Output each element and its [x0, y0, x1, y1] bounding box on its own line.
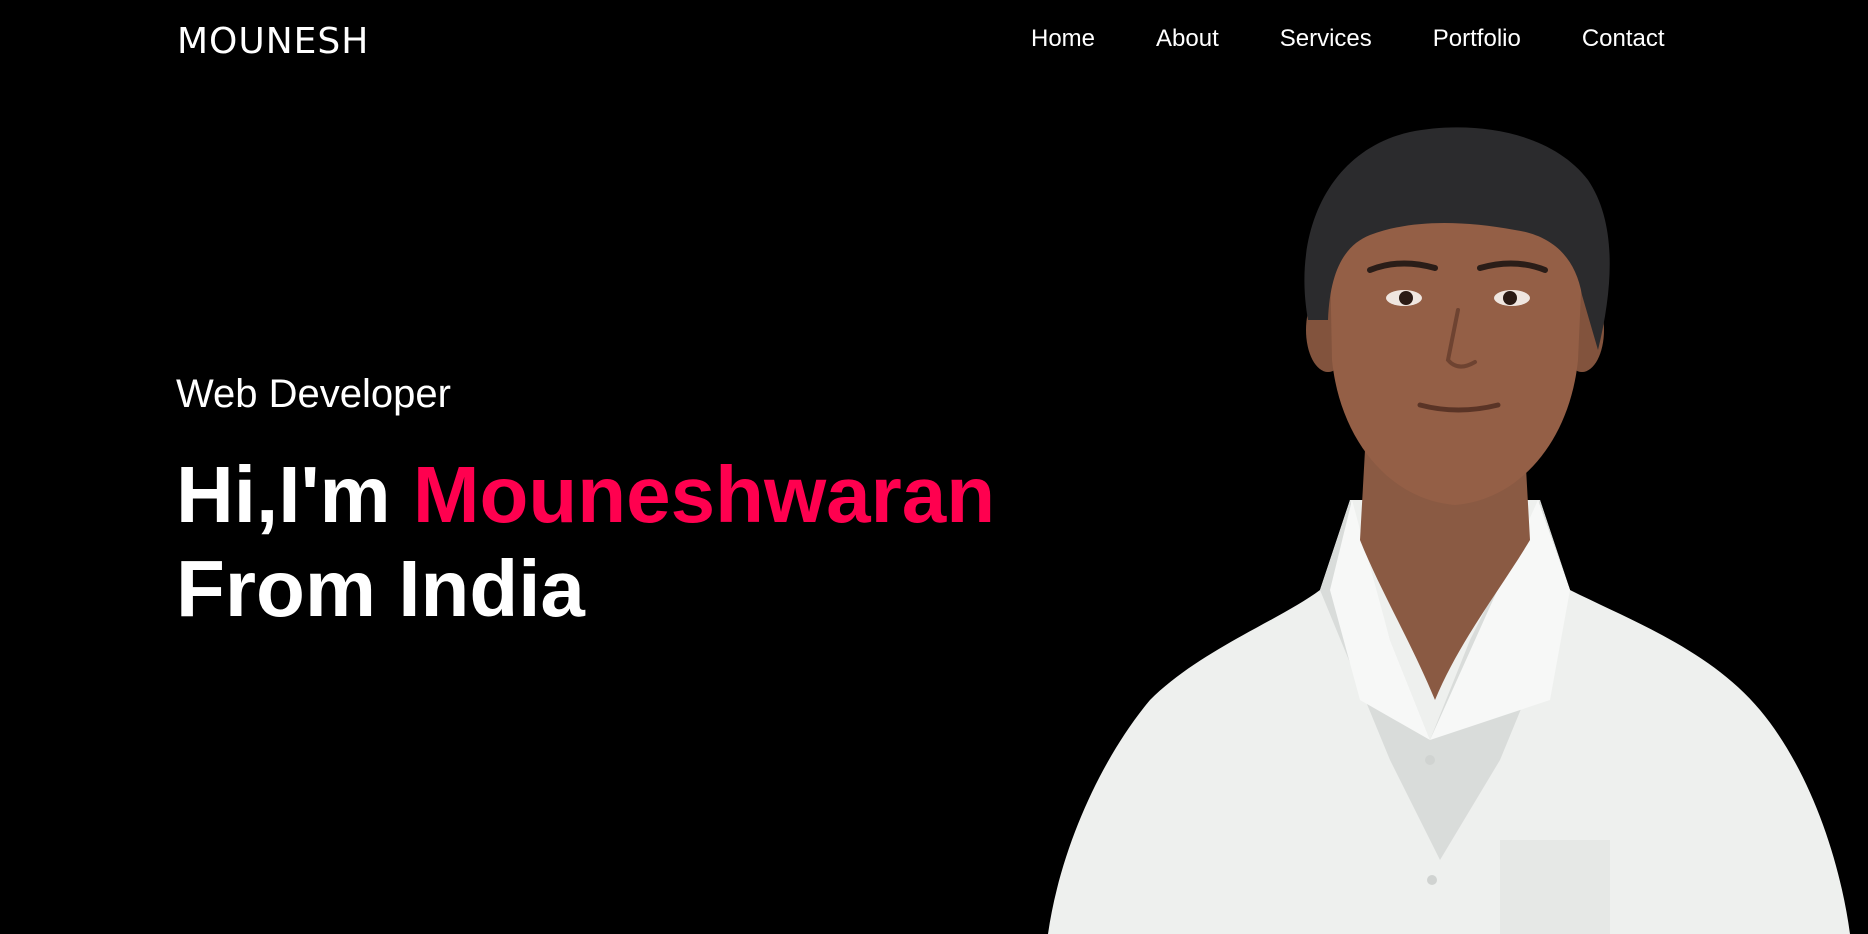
hero-headline: Hi,I'm Mouneshwaran From India: [176, 448, 995, 636]
nav-link-portfolio[interactable]: Portfolio: [1433, 24, 1521, 54]
hero-name: Mouneshwaran: [412, 450, 996, 539]
hero-subtitle: Web Developer: [176, 372, 451, 416]
page: MOUNESH Home About Services Portfolio Co…: [0, 0, 1868, 934]
hero-greeting: Hi,I'm: [176, 450, 413, 539]
nav-link-about[interactable]: About: [1156, 24, 1219, 54]
shirt-button: [1427, 875, 1437, 885]
hero-origin: From India: [176, 544, 585, 633]
site-logo[interactable]: MOUNESH: [177, 20, 369, 64]
nav-link-home[interactable]: Home: [1031, 24, 1095, 54]
main-nav: Home About Services Portfolio Contact: [1031, 24, 1665, 54]
nav-link-services[interactable]: Services: [1280, 24, 1372, 54]
profile-photo: [1048, 127, 1850, 934]
pupil-left: [1399, 291, 1413, 305]
pupil-right: [1503, 291, 1517, 305]
shirt-pocket: [1500, 840, 1610, 934]
shirt-button: [1425, 755, 1435, 765]
nav-link-contact[interactable]: Contact: [1582, 24, 1665, 54]
